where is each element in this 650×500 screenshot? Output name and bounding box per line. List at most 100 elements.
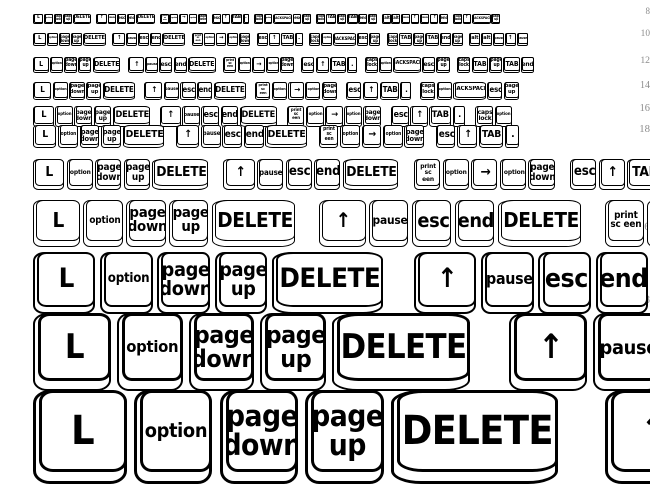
key-face: page up — [437, 57, 450, 71]
key-face: option — [495, 106, 513, 125]
key-label: pause — [599, 335, 650, 359]
key-label: DELETE — [189, 59, 215, 68]
key-face: DELETE — [93, 57, 121, 71]
key-label: esc — [203, 109, 219, 120]
key-glyph: pause — [369, 200, 409, 247]
key-label: ↑ — [465, 15, 469, 21]
key-face: page up — [71, 33, 82, 45]
key-label: print sc een — [194, 33, 201, 42]
key-label: ↑ — [607, 165, 618, 181]
key-face: caps lock — [421, 82, 436, 98]
key-face: DELETE — [214, 82, 247, 98]
key-label: esc — [417, 208, 450, 232]
key-label: caps lock — [477, 107, 493, 123]
key-label: end — [174, 59, 187, 68]
key-face: alt — [469, 33, 481, 45]
key-label: . — [245, 15, 248, 21]
key-face: page down — [129, 200, 166, 241]
key-face: esc — [117, 14, 126, 23]
key-label: end — [221, 109, 238, 120]
key-face: BACKSPACE — [394, 57, 421, 71]
key-face: option — [501, 159, 526, 187]
key-label: page up — [368, 14, 377, 22]
key-label: esc — [545, 263, 589, 294]
key-face: page up — [218, 252, 267, 307]
key-glyph: ↑ — [457, 125, 477, 149]
key-label: print sc een — [610, 209, 642, 231]
key-label: page up — [125, 162, 150, 183]
key-face: L — [36, 200, 80, 241]
specimen-row-12: Loption page down page up DELETE ↑ pause esc en… — [33, 57, 535, 73]
key-label: pause — [401, 16, 410, 20]
key-label: ↑ — [336, 207, 352, 232]
key-label: page down — [225, 399, 299, 462]
key-glyph: page up — [85, 82, 102, 101]
key-face: print sc een — [192, 33, 203, 45]
key-glyph: DELETE — [82, 33, 106, 46]
key-glyph: option — [55, 106, 73, 127]
key-face: page down — [97, 159, 122, 187]
key-glyph: ↑ — [462, 14, 472, 25]
key-glyph: → — [288, 82, 304, 101]
key-label: . — [351, 59, 354, 68]
key-face: option — [59, 125, 78, 146]
key-face: ↑ — [514, 313, 588, 382]
key-label: ↑ — [416, 109, 423, 120]
key-glyph: page down — [239, 33, 251, 46]
key-face: L — [39, 390, 127, 472]
key-face: page up — [125, 159, 150, 187]
key-label: page down — [65, 58, 78, 68]
key-face: pause — [108, 14, 117, 23]
key-glyph: esc — [570, 159, 597, 191]
key-face: page down — [65, 57, 78, 71]
key-glyph: → — [179, 14, 188, 25]
key-label: caps lock — [317, 14, 325, 22]
key-label: page down — [75, 107, 92, 123]
key-face: L — [37, 252, 96, 307]
key-face: esc — [572, 159, 597, 187]
key-label: DELETE — [346, 165, 397, 181]
key-face: option — [444, 159, 469, 187]
key-glyph: ↑ — [144, 82, 163, 101]
key-glyph: page up — [503, 82, 520, 101]
key-label: alt — [383, 15, 390, 21]
key-glyph: page up — [305, 390, 384, 484]
key-label: page down — [70, 83, 85, 95]
key-label: end — [599, 263, 649, 294]
key-glyph: option — [344, 106, 362, 127]
key-label: print sc een — [162, 15, 168, 22]
key-glyph: L — [33, 106, 54, 127]
key-label: option — [144, 419, 208, 443]
key-label: esc — [489, 85, 502, 95]
key-glyph: caps lock — [386, 33, 398, 46]
key-face: ↑ — [177, 125, 200, 146]
key-face: page down — [323, 82, 338, 98]
key-label: DELETE — [74, 15, 91, 21]
key-face: ↑ — [430, 14, 439, 23]
key-face: option — [341, 125, 360, 146]
key-face: esc — [139, 33, 150, 45]
key-face: page up — [87, 82, 102, 98]
key-glyph: option — [436, 82, 452, 101]
key-face: pause — [164, 82, 179, 98]
key-glyph: ↑ — [509, 313, 588, 391]
key-label: page up — [452, 33, 463, 43]
key-glyph: TAB — [379, 82, 399, 101]
key-face: DELETE — [154, 159, 208, 187]
key-glyph: L — [33, 252, 96, 315]
key-face: page down — [75, 106, 92, 125]
key-label: page up — [265, 320, 326, 374]
key-face: caps lock — [476, 106, 493, 125]
key-label: TAB — [282, 34, 294, 41]
key-label: DELETE — [125, 129, 163, 141]
key-glyph: page up — [169, 200, 209, 247]
key-glyph: option — [340, 125, 360, 149]
key-face: pause — [202, 125, 221, 146]
key-label: BACKSPACE — [456, 86, 486, 93]
key-glyph: page down — [188, 313, 255, 391]
key-glyph: print sc een — [413, 159, 441, 191]
key-glyph: page down — [69, 82, 85, 101]
key-glyph: pause — [163, 82, 179, 101]
key-face: ↑ — [129, 57, 144, 71]
key-label: DELETE — [94, 59, 120, 68]
